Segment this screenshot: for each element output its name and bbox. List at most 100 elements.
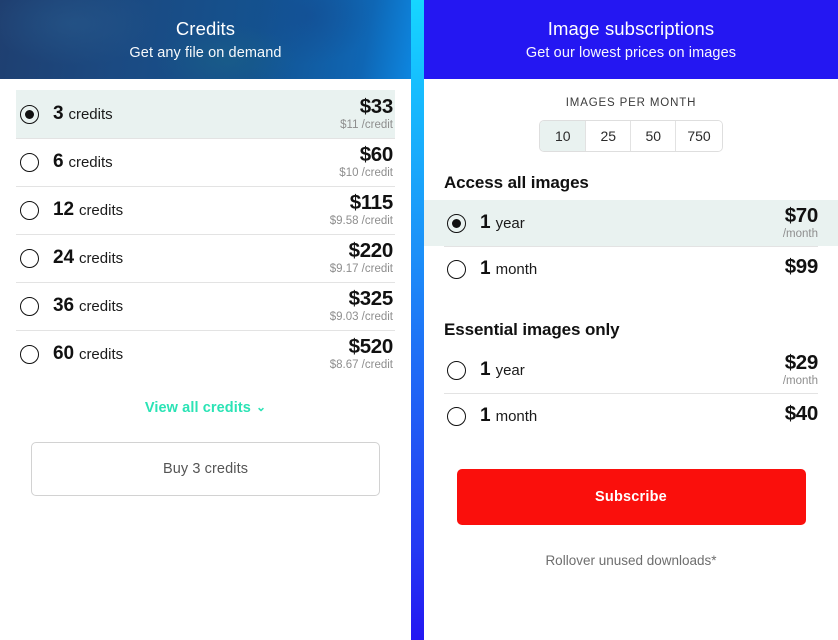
subscription-groups: Access all images 1 year $70/month 1 month $99…	[424, 173, 838, 439]
credit-unit: credits	[78, 298, 124, 315]
credit-unit-price: $11 /credit	[340, 119, 393, 131]
credit-quantity: 60	[53, 343, 74, 364]
radio-unchecked-icon[interactable]	[20, 248, 39, 268]
credit-option-label: 60 credits	[53, 343, 123, 365]
subscription-price-block: $99	[784, 255, 819, 281]
credit-quantity: 36	[53, 295, 74, 316]
credit-option-row[interactable]: 12 credits $115 $9.58 /credit	[16, 186, 395, 234]
subscription-price: $99	[784, 255, 819, 279]
images-per-month-option[interactable]: 750	[675, 121, 722, 151]
subscription-duration-unit: month	[495, 261, 538, 278]
credit-price-block: $115 $9.58 /credit	[329, 190, 394, 228]
credit-price-block: $33 $11 /credit	[340, 94, 394, 132]
credit-option-row[interactable]: 6 credits $60 $10 /credit	[16, 138, 395, 186]
credit-quantity: 6	[53, 151, 64, 172]
chevron-down-icon: ⌄	[255, 400, 267, 414]
view-all-credits-label: View all credits	[144, 400, 251, 416]
credit-quantity: 3	[53, 103, 64, 124]
radio-checked-icon[interactable]	[20, 104, 39, 124]
subscription-duration-unit: month	[495, 408, 538, 425]
credit-price: $60	[359, 142, 394, 166]
credit-unit: credits	[78, 346, 124, 363]
credits-panel: Credits Get any file on demand 3 credits $…	[0, 0, 411, 640]
subscriptions-body: IMAGES PER MONTH 10 25 50 750 Access all im…	[424, 79, 838, 568]
subscriptions-header: Image subscriptions Get our lowest price…	[424, 0, 838, 79]
credit-option-label: 6 credits	[53, 151, 113, 173]
credit-quantity: 24	[53, 247, 74, 268]
credit-unit-price: $9.58 /credit	[329, 215, 393, 227]
subscription-duration-qty: 1	[480, 212, 491, 233]
credits-title: Credits	[175, 17, 236, 39]
credit-quantity: 12	[53, 199, 74, 220]
credits-subtitle: Get any file on demand	[129, 44, 282, 61]
radio-unchecked-icon[interactable]	[447, 259, 466, 279]
radio-unchecked-icon[interactable]	[20, 152, 39, 172]
images-per-month-option[interactable]: 25	[585, 121, 631, 151]
subscription-group-title: Access all images	[444, 173, 589, 192]
credit-unit-price: $9.03 /credit	[329, 311, 393, 323]
subscription-duration-qty: 1	[480, 258, 491, 279]
credit-price: $220	[348, 238, 394, 262]
radio-unchecked-icon[interactable]	[447, 360, 466, 380]
subscription-option-row[interactable]: 1 year $70/month	[424, 200, 838, 246]
credit-price-block: $60 $10 /credit	[339, 142, 394, 180]
subscription-group-title: Essential images only	[444, 320, 620, 339]
credits-body: 3 credits $33 $11 /credit 6 credits $60 $10 /cr…	[0, 79, 411, 496]
pricing-screen: Credits Get any file on demand 3 credits $…	[0, 0, 838, 640]
credit-option-row[interactable]: 24 credits $220 $9.17 /credit	[16, 234, 395, 282]
credit-option-row[interactable]: 60 credits $520 $8.67 /credit	[16, 330, 395, 378]
credit-unit-price: $9.17 /credit	[329, 263, 393, 275]
subscription-duration-unit: year	[495, 362, 525, 379]
credit-option-row[interactable]: 36 credits $325 $9.03 /credit	[16, 282, 395, 330]
subscribe-button[interactable]: Subscribe	[456, 469, 806, 525]
credit-price: $33	[359, 94, 394, 118]
rollover-note: Rollover unused downloads*	[545, 553, 717, 568]
subscription-price-block: $70/month	[782, 205, 818, 241]
subscriptions-subtitle: Get our lowest prices on images	[525, 44, 737, 61]
subscription-price-period: /month	[782, 375, 818, 387]
subscription-price: $40	[784, 402, 819, 426]
credit-option-label: 24 credits	[53, 247, 123, 269]
credit-price-block: $220 $9.17 /credit	[329, 238, 394, 276]
credit-unit-price: $10 /credit	[339, 167, 393, 179]
images-per-month-option[interactable]: 10	[540, 121, 586, 151]
subscription-duration-qty: 1	[480, 405, 491, 426]
credit-unit: credits	[78, 250, 124, 267]
images-per-month-option[interactable]: 50	[630, 121, 676, 151]
credit-price-block: $325 $9.03 /credit	[329, 286, 394, 324]
credit-option-label: 3 credits	[53, 103, 113, 125]
subscription-price-period: /month	[782, 228, 818, 240]
credit-unit: credits	[68, 154, 113, 171]
subscription-option-label: 1 year	[480, 212, 525, 234]
subscription-option-row[interactable]: 1 month $99	[424, 246, 838, 292]
subscription-option-label: 1 month	[480, 258, 537, 280]
subscription-price-block: $40	[784, 402, 819, 428]
buy-credits-button[interactable]: Buy 3 credits	[31, 442, 380, 496]
credit-option-label: 12 credits	[53, 199, 123, 221]
view-all-credits-link[interactable]: View all credits ⌄	[16, 400, 395, 416]
credit-price: $115	[349, 190, 394, 214]
subscriptions-panel: Image subscriptions Get our lowest price…	[424, 0, 838, 640]
radio-unchecked-icon[interactable]	[447, 406, 466, 426]
segment-group: 10 25 50 750	[539, 120, 723, 152]
credit-price: $325	[348, 286, 394, 310]
credit-options-list: 3 credits $33 $11 /credit 6 credits $60 $10 /cr…	[16, 90, 395, 378]
subscription-option-row[interactable]: 1 month $40	[424, 393, 838, 439]
credit-option-label: 36 credits	[53, 295, 123, 317]
credit-unit-price: $8.67 /credit	[329, 359, 393, 371]
credit-unit: credits	[78, 202, 124, 219]
radio-unchecked-icon[interactable]	[20, 344, 39, 364]
subscription-price: $29	[784, 350, 819, 374]
subscription-duration-qty: 1	[480, 359, 491, 380]
credits-header: Credits Get any file on demand	[0, 0, 411, 79]
radio-unchecked-icon[interactable]	[20, 200, 39, 220]
credit-option-row[interactable]: 3 credits $33 $11 /credit	[16, 90, 395, 138]
subscription-option-label: 1 year	[480, 359, 525, 381]
panel-divider-gradient	[411, 0, 424, 640]
subscriptions-title: Image subscriptions	[547, 17, 715, 39]
radio-checked-icon[interactable]	[447, 213, 466, 233]
credit-price: $520	[348, 334, 394, 358]
subscription-option-row[interactable]: 1 year $29/month	[424, 347, 838, 393]
radio-unchecked-icon[interactable]	[20, 296, 39, 316]
subscription-duration-unit: year	[495, 215, 525, 232]
